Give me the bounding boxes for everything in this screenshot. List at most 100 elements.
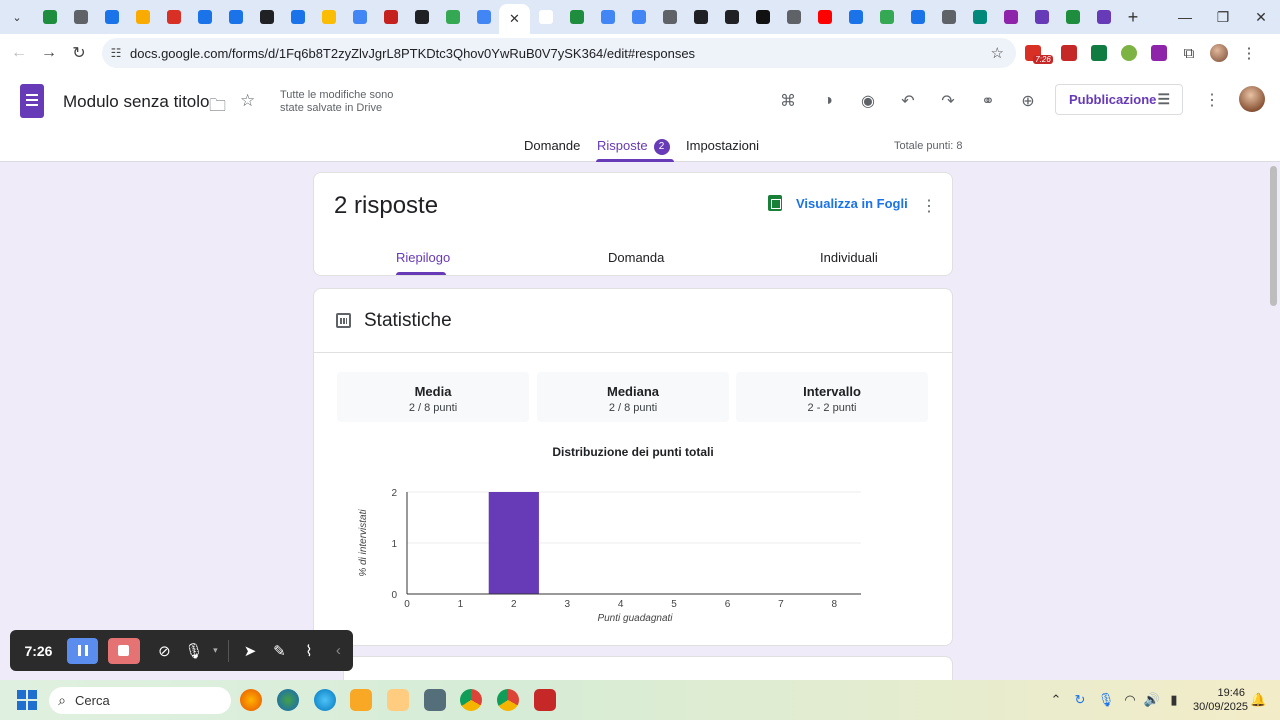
tab-responses[interactable]: Risposte 2 [597,138,670,155]
maximize-icon[interactable]: ❐ [1204,0,1242,34]
camera-app-icon[interactable] [424,689,446,711]
browser-tab[interactable] [995,0,1026,34]
undo-icon[interactable]: ↶ [895,88,921,114]
sync-icon[interactable]: ↻ [1067,692,1093,708]
browser-tab[interactable] [964,0,995,34]
browser-tab[interactable] [809,0,840,34]
taskbar-clock[interactable]: 19:46 30/09/2025 [1193,686,1248,714]
bookmark-star-icon[interactable]: ☆ [991,44,1004,62]
active-browser-tab[interactable]: ✕ [499,4,530,34]
firefox-icon[interactable] [240,689,262,711]
browser-tab[interactable] [437,0,468,34]
extension-acrobat-icon[interactable] [1054,40,1084,66]
tab-search-chevron-icon[interactable]: ⌄ [0,0,34,34]
browser-tab[interactable] [840,0,871,34]
minimize-icon[interactable]: — [1166,0,1204,34]
browser-tab[interactable] [716,0,747,34]
browser-tab[interactable] [65,0,96,34]
preview-eye-icon[interactable]: ◉ [855,88,881,114]
form-title[interactable]: Modulo senza titolo [63,92,209,112]
address-bar[interactable]: ☷ docs.google.com/forms/d/1Fq6b8T2zyZlvJ… [102,38,1016,68]
notifications-bell-icon[interactable]: 🔔 [1250,680,1266,720]
browser-tab[interactable] [127,0,158,34]
redo-icon[interactable]: ↷ [935,88,961,114]
browser-tab[interactable] [685,0,716,34]
browser-tab[interactable] [313,0,344,34]
chrome-active-icon[interactable] [497,689,519,711]
collapse-chevron-icon[interactable]: ‹ [324,636,353,666]
site-info-icon[interactable]: ☷ [102,46,130,60]
view-in-sheets-link[interactable]: Visualizza in Fogli [768,195,908,211]
browser-tab[interactable] [1057,0,1088,34]
extension-puzzle-purple-icon[interactable] [1144,40,1174,66]
battery-icon[interactable]: ▮ [1163,692,1185,708]
add-collaborator-icon[interactable]: ⊕ [1015,88,1041,114]
browser-tab[interactable] [902,0,933,34]
scrollbar-thumb[interactable] [1270,166,1277,306]
browser-tab[interactable] [561,0,592,34]
browser-tab[interactable] [189,0,220,34]
pause-recording-button[interactable] [66,637,99,664]
browser-tab[interactable] [220,0,251,34]
browser-tab[interactable] [375,0,406,34]
close-tab-icon[interactable]: ✕ [509,11,520,27]
profile-avatar-icon[interactable] [1204,40,1234,66]
close-window-icon[interactable]: ✕ [1242,0,1280,34]
file-explorer-icon[interactable] [350,689,372,711]
browser-tab[interactable] [96,0,127,34]
pointer-icon[interactable]: ➤ [235,636,264,666]
wifi-icon[interactable]: ◠ [1119,692,1141,708]
browser-tab[interactable] [34,0,65,34]
windows-start-icon[interactable] [17,690,37,710]
browser-tab[interactable] [654,0,685,34]
mic-dropdown-icon[interactable]: ▾ [209,636,223,666]
more-options-icon[interactable]: ⋮ [1204,90,1220,110]
responses-more-icon[interactable]: ⋮ [921,196,937,216]
extensions-puzzle-icon[interactable]: ⧉ [1174,40,1204,66]
chrome-icon[interactable] [460,689,482,711]
browser-menu-icon[interactable]: ⋮ [1234,40,1264,66]
browser-tab[interactable] [1088,0,1119,34]
browser-tab[interactable] [1026,0,1057,34]
browser-tab[interactable] [344,0,375,34]
globe-app-icon[interactable] [314,689,336,711]
camera-off-icon[interactable]: ⊘ [150,636,179,666]
browser-tab[interactable] [592,0,623,34]
addons-puzzle-icon[interactable]: ⌘ [775,88,801,114]
subtab-question[interactable]: Domanda [608,250,664,265]
customize-theme-palette-icon[interactable]: ◑ [815,88,841,114]
stop-recording-button[interactable] [108,637,140,664]
extension-excel-icon[interactable] [1084,40,1114,66]
browser-tab[interactable] [251,0,282,34]
subtab-summary[interactable]: Riepilogo [396,250,450,265]
publish-button[interactable]: Pubblicazione ☰ [1055,84,1183,115]
microphone-icon[interactable]: 🎙 [179,636,208,666]
forms-logo-icon[interactable] [20,84,44,118]
taskbar-search[interactable]: ⌕ Cerca [49,687,231,714]
acrobat-icon[interactable] [534,689,556,711]
copy-link-icon[interactable]: ⚭ [975,88,1001,114]
eraser-icon[interactable]: ⌇ [294,636,323,666]
tray-microphone-icon[interactable]: 🎙 [1093,692,1119,708]
pen-icon[interactable]: ✎ [265,636,294,666]
browser-tab[interactable] [747,0,778,34]
extension-plant-icon[interactable] [1114,40,1144,66]
browser-tab[interactable] [406,0,437,34]
new-tab-button[interactable]: + [1119,7,1147,28]
tab-settings[interactable]: Impostazioni [686,138,759,153]
back-button[interactable]: ← [4,38,34,68]
browser-tab[interactable] [468,0,499,34]
browser-tab[interactable] [623,0,654,34]
browser-tab[interactable] [158,0,189,34]
browser-tab[interactable] [282,0,313,34]
subtab-individual[interactable]: Individuali [820,250,878,265]
star-icon[interactable]: ☆ [240,91,255,111]
edge-icon[interactable] [277,689,299,711]
browser-tab[interactable] [530,0,561,34]
media-player-icon[interactable] [387,689,409,711]
page-scrollbar[interactable] [1268,162,1280,687]
tab-questions[interactable]: Domande [524,138,580,153]
browser-tab[interactable] [778,0,809,34]
browser-tab[interactable] [871,0,902,34]
tray-overflow-chevron-icon[interactable]: ⌃ [1045,692,1067,708]
